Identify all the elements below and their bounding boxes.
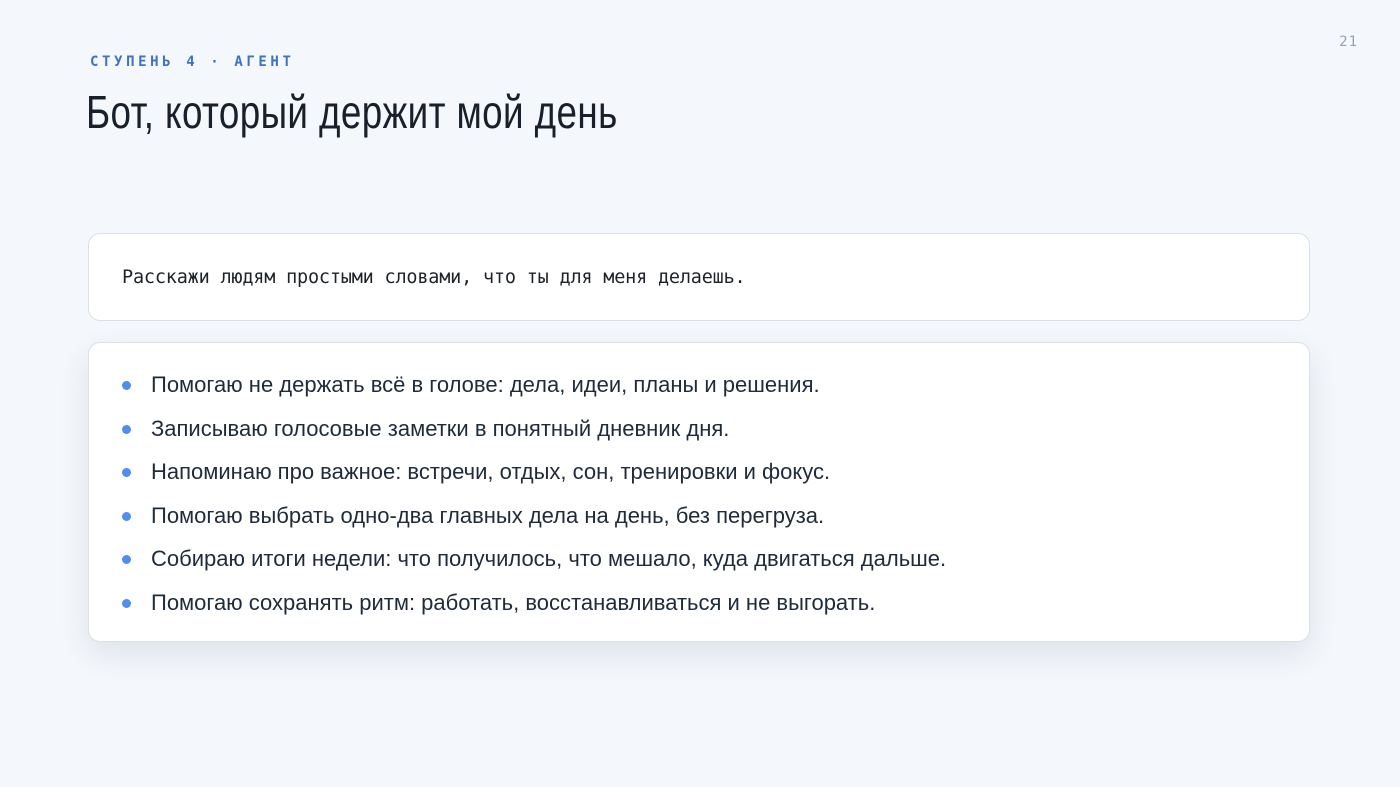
list-item-text: Помогаю не держать всё в голове: дела, и… (151, 372, 820, 397)
answer-list: Помогаю не держать всё в голове: дела, и… (122, 363, 1309, 624)
bullet-dot-icon (122, 424, 131, 434)
list-item-text: Собираю итоги недели: что получилось, чт… (151, 546, 947, 571)
list-item: Помогаю выбрать одно-два главных дела на… (122, 494, 1309, 538)
bullet-dot-icon (122, 468, 131, 477)
list-item: Помогаю не держать всё в голове: дела, и… (122, 363, 1309, 407)
list-item-text: Напоминаю про важное: встречи, отдых, со… (151, 459, 831, 484)
bullet-dot-icon (122, 598, 131, 608)
answer-card: Помогаю не держать всё в голове: дела, и… (88, 342, 1310, 642)
list-item: Помогаю сохранять ритм: работать, восста… (122, 581, 1309, 625)
list-item: Собираю итоги недели: что получилось, чт… (122, 537, 1309, 581)
list-item: Записываю голосовые заметки в понятный д… (122, 407, 1309, 451)
bullet-dot-icon (122, 555, 131, 564)
prompt-text: Расскажи людям простыми словами, что ты … (122, 266, 746, 288)
bullet-dot-icon (122, 511, 131, 521)
slide-title: Бот, который держит мой день (86, 86, 618, 138)
bullet-dot-icon (122, 381, 131, 390)
list-item-text: Помогаю выбрать одно-два главных дела на… (151, 502, 825, 528)
list-item-text: Записываю голосовые заметки в понятный д… (151, 415, 730, 441)
prompt-card: Расскажи людям простыми словами, что ты … (88, 233, 1310, 321)
page-number: 21 (1339, 34, 1358, 50)
list-item: Напоминаю про важное: встречи, отдых, со… (122, 450, 1309, 494)
section-eyebrow: СТУПЕНЬ 4 · АГЕНТ (90, 54, 295, 70)
list-item-text: Помогаю сохранять ритм: работать, восста… (151, 589, 876, 615)
